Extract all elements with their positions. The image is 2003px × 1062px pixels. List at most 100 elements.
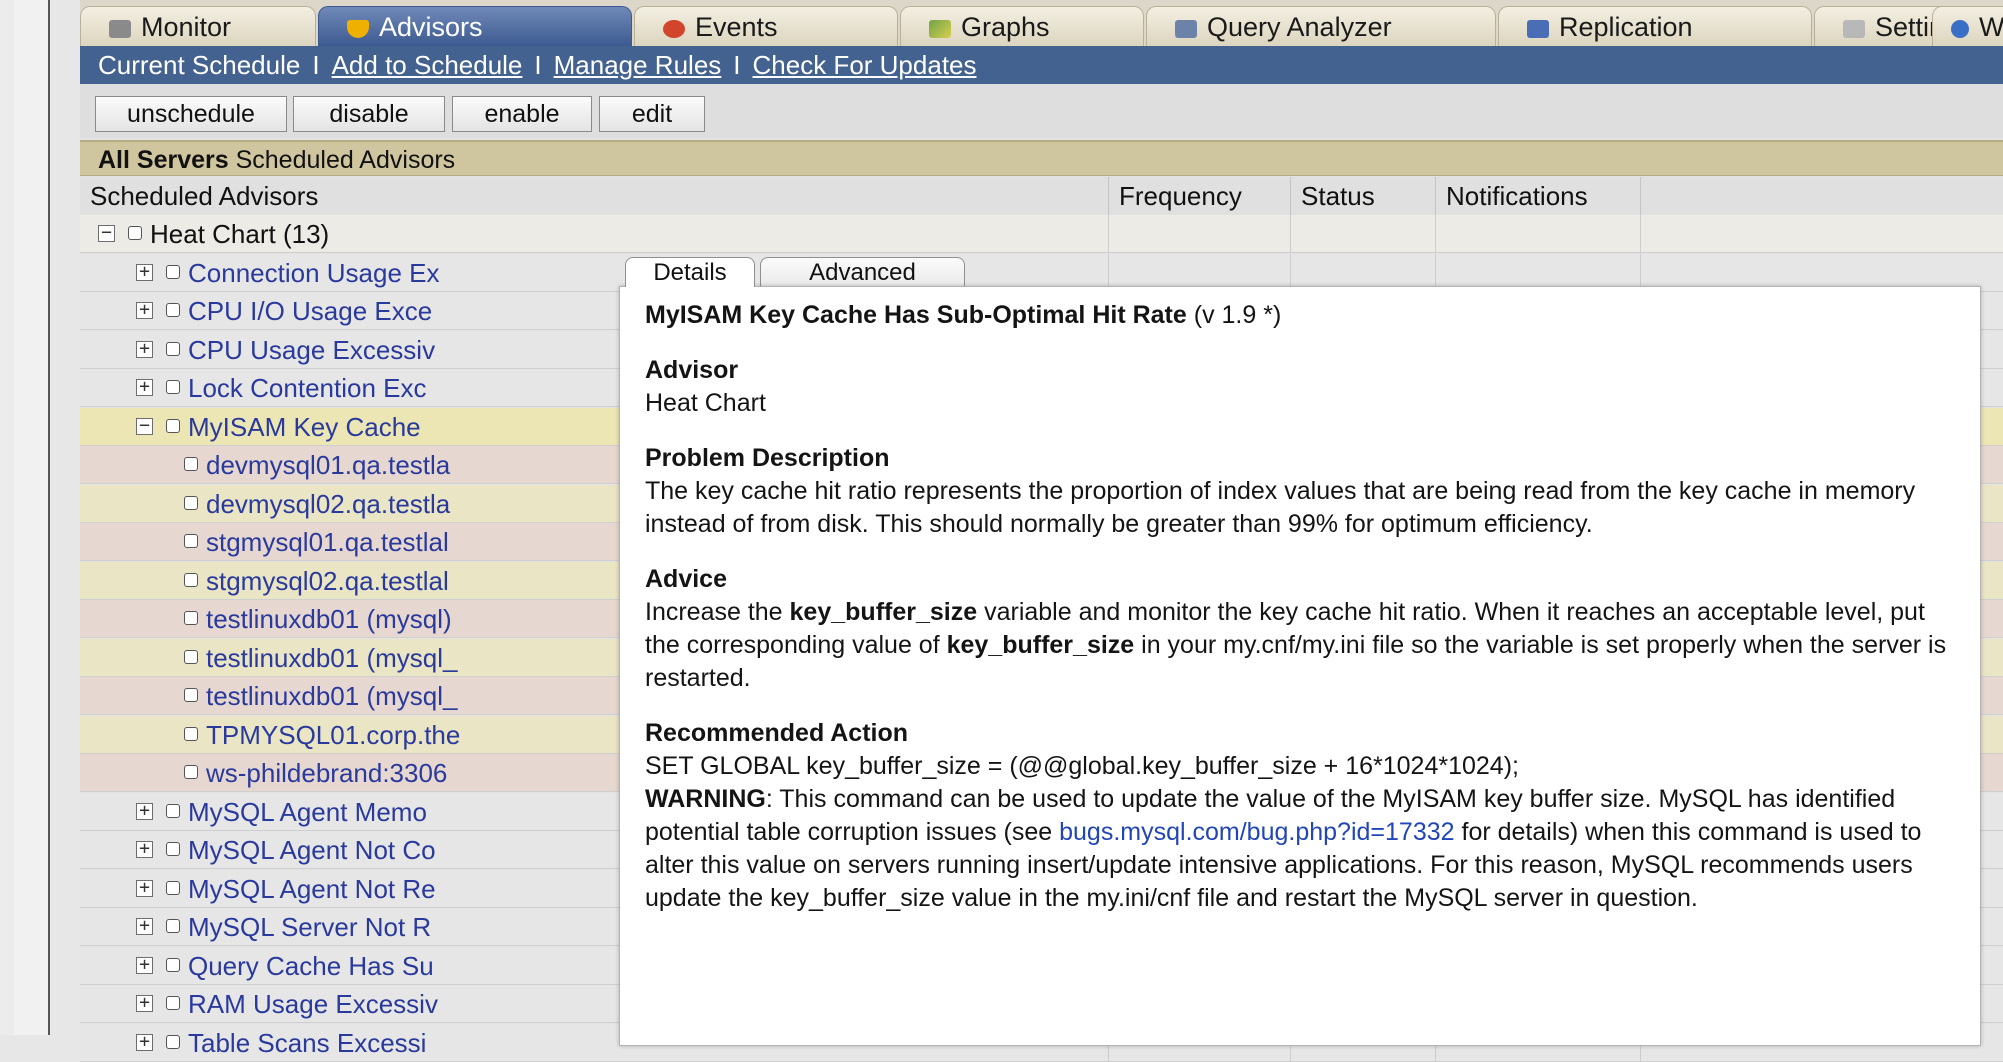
add-to-schedule-link[interactable]: Add to Schedule bbox=[332, 50, 523, 80]
tab-graphs[interactable]: Graphs bbox=[900, 6, 1144, 46]
expand-icon[interactable]: + bbox=[136, 878, 153, 897]
tab-monitor[interactable]: Monitor bbox=[80, 6, 316, 46]
advisor-heading: Advisor bbox=[645, 356, 739, 384]
advice-keyword: key_buffer_size bbox=[789, 598, 978, 626]
row-checkbox[interactable] bbox=[128, 226, 142, 240]
alert-icon bbox=[663, 20, 685, 38]
enable-button[interactable]: enable bbox=[452, 96, 592, 132]
row-checkbox[interactable] bbox=[166, 341, 180, 356]
problem-description: The key cache hit ratio represents the p… bbox=[645, 477, 1916, 538]
advisor-link[interactable]: MyISAM Key Cache bbox=[188, 408, 421, 445]
expand-icon[interactable]: + bbox=[136, 1032, 153, 1051]
advisor-link[interactable]: CPU Usage Excessiv bbox=[188, 331, 435, 368]
expand-icon[interactable]: + bbox=[136, 840, 153, 858]
server-link[interactable]: devmysql01.qa.testla bbox=[206, 446, 450, 483]
current-schedule-label: Current Schedule bbox=[98, 50, 301, 80]
expand-icon[interactable]: + bbox=[136, 801, 153, 820]
server-link[interactable]: stgmysql02.qa.testlal bbox=[206, 562, 449, 599]
advisor-link[interactable]: Connection Usage Ex bbox=[188, 254, 439, 291]
row-checkbox[interactable] bbox=[166, 303, 180, 317]
row-checkbox[interactable] bbox=[166, 996, 180, 1010]
row-checkbox[interactable] bbox=[184, 495, 198, 510]
advice-keyword: key_buffer_size bbox=[946, 631, 1135, 659]
tab-events[interactable]: Events bbox=[634, 6, 898, 46]
row-checkbox[interactable] bbox=[166, 380, 180, 394]
advice-heading: Advice bbox=[645, 565, 727, 593]
advisor-link[interactable]: CPU I/O Usage Exce bbox=[188, 292, 432, 329]
advisor-link[interactable]: Table Scans Excessi bbox=[188, 1024, 426, 1061]
popup-tab-details[interactable]: Details bbox=[625, 257, 755, 287]
column-divider bbox=[1435, 215, 1436, 252]
disable-button[interactable]: disable bbox=[293, 96, 445, 132]
manage-rules-link[interactable]: Manage Rules bbox=[554, 50, 722, 80]
separator: I bbox=[312, 50, 320, 80]
row-checkbox[interactable] bbox=[184, 688, 198, 702]
expand-icon[interactable]: + bbox=[136, 994, 153, 1012]
column-scheduled-advisors[interactable]: Scheduled Advisors bbox=[80, 177, 1108, 215]
row-checkbox[interactable] bbox=[166, 418, 180, 433]
tab-label: Advisors bbox=[379, 12, 483, 42]
server-link[interactable]: testlinuxdb01 (mysql) bbox=[206, 600, 452, 637]
expand-icon[interactable]: + bbox=[136, 301, 153, 319]
row-checkbox[interactable] bbox=[166, 880, 180, 895]
row-checkbox[interactable] bbox=[184, 457, 198, 471]
advisor-link[interactable]: MySQL Agent Not Re bbox=[188, 870, 436, 907]
info-icon bbox=[1951, 20, 1969, 38]
row-checkbox[interactable] bbox=[166, 842, 180, 856]
subnav-links: Current Schedule I Add to Schedule I Manage … bbox=[98, 46, 977, 84]
row-checkbox[interactable] bbox=[166, 1034, 180, 1049]
column-notifications[interactable]: Notifications bbox=[1435, 177, 1640, 215]
row-checkbox[interactable] bbox=[184, 726, 198, 741]
advisor-link[interactable]: RAM Usage Excessiv bbox=[188, 985, 438, 1022]
replication-icon bbox=[1527, 20, 1549, 38]
unschedule-button[interactable]: unschedule bbox=[95, 96, 287, 132]
server-link[interactable]: TPMYSQL01.corp.the bbox=[206, 716, 460, 753]
advisor-link[interactable]: MySQL Server Not R bbox=[188, 908, 431, 945]
row-checkbox[interactable] bbox=[184, 765, 198, 779]
column-divider bbox=[1108, 215, 1109, 252]
expand-icon[interactable]: + bbox=[136, 955, 153, 974]
tab-replication[interactable]: Replication bbox=[1498, 6, 1812, 46]
expand-icon[interactable]: + bbox=[136, 378, 153, 396]
popup-tab-advanced[interactable]: Advanced bbox=[760, 257, 965, 287]
tab-what-new[interactable]: W bbox=[1932, 6, 2003, 46]
column-status[interactable]: Status bbox=[1290, 177, 1435, 215]
row-checkbox[interactable] bbox=[166, 803, 180, 818]
edit-button[interactable]: edit bbox=[599, 96, 705, 132]
server-link[interactable]: devmysql02.qa.testla bbox=[206, 485, 450, 522]
tab-query-analyzer[interactable]: Query Analyzer bbox=[1146, 6, 1496, 46]
tab-advisors[interactable]: Advisors bbox=[318, 6, 632, 46]
collapse-icon[interactable]: − bbox=[136, 416, 153, 435]
row-checkbox[interactable] bbox=[184, 572, 198, 587]
home-icon bbox=[109, 20, 131, 38]
advisor-group-row[interactable]: − Heat Chart (13) bbox=[80, 215, 2003, 253]
column-spacer bbox=[1640, 177, 2003, 215]
row-checkbox[interactable] bbox=[184, 611, 198, 625]
row-checkbox[interactable] bbox=[166, 264, 180, 279]
left-gutter bbox=[0, 0, 50, 1035]
problem-heading: Problem Description bbox=[645, 444, 890, 472]
tab-label: Graphs bbox=[961, 12, 1050, 42]
row-checkbox[interactable] bbox=[166, 919, 180, 933]
group-label: Heat Chart (13) bbox=[150, 219, 330, 249]
mysql-bug-link[interactable]: bugs.mysql.com/bug.php?id=17332 bbox=[1059, 818, 1454, 846]
advisor-link[interactable]: MySQL Agent Memo bbox=[188, 793, 427, 830]
section-header-rest: Scheduled Advisors bbox=[235, 146, 456, 174]
row-checkbox[interactable] bbox=[166, 957, 180, 972]
row-checkbox[interactable] bbox=[184, 649, 198, 664]
recommended-action-heading: Recommended Action bbox=[645, 719, 909, 747]
row-checkbox[interactable] bbox=[184, 534, 198, 548]
collapse-icon[interactable]: − bbox=[98, 224, 115, 242]
advisor-link[interactable]: Query Cache Has Su bbox=[188, 947, 434, 984]
server-link[interactable]: ws-phildebrand:3306 bbox=[206, 754, 447, 791]
check-for-updates-link[interactable]: Check For Updates bbox=[753, 50, 977, 80]
server-link[interactable]: testlinuxdb01 (mysql_ bbox=[206, 639, 457, 676]
advisor-link[interactable]: Lock Contention Exc bbox=[188, 369, 426, 406]
server-link[interactable]: stgmysql01.qa.testlal bbox=[206, 523, 449, 560]
advisor-link[interactable]: MySQL Agent Not Co bbox=[188, 831, 436, 868]
server-link[interactable]: testlinuxdb01 (mysql_ bbox=[206, 677, 457, 714]
expand-icon[interactable]: + bbox=[136, 262, 153, 281]
expand-icon[interactable]: + bbox=[136, 339, 153, 358]
column-frequency[interactable]: Frequency bbox=[1108, 177, 1290, 215]
expand-icon[interactable]: + bbox=[136, 917, 153, 935]
